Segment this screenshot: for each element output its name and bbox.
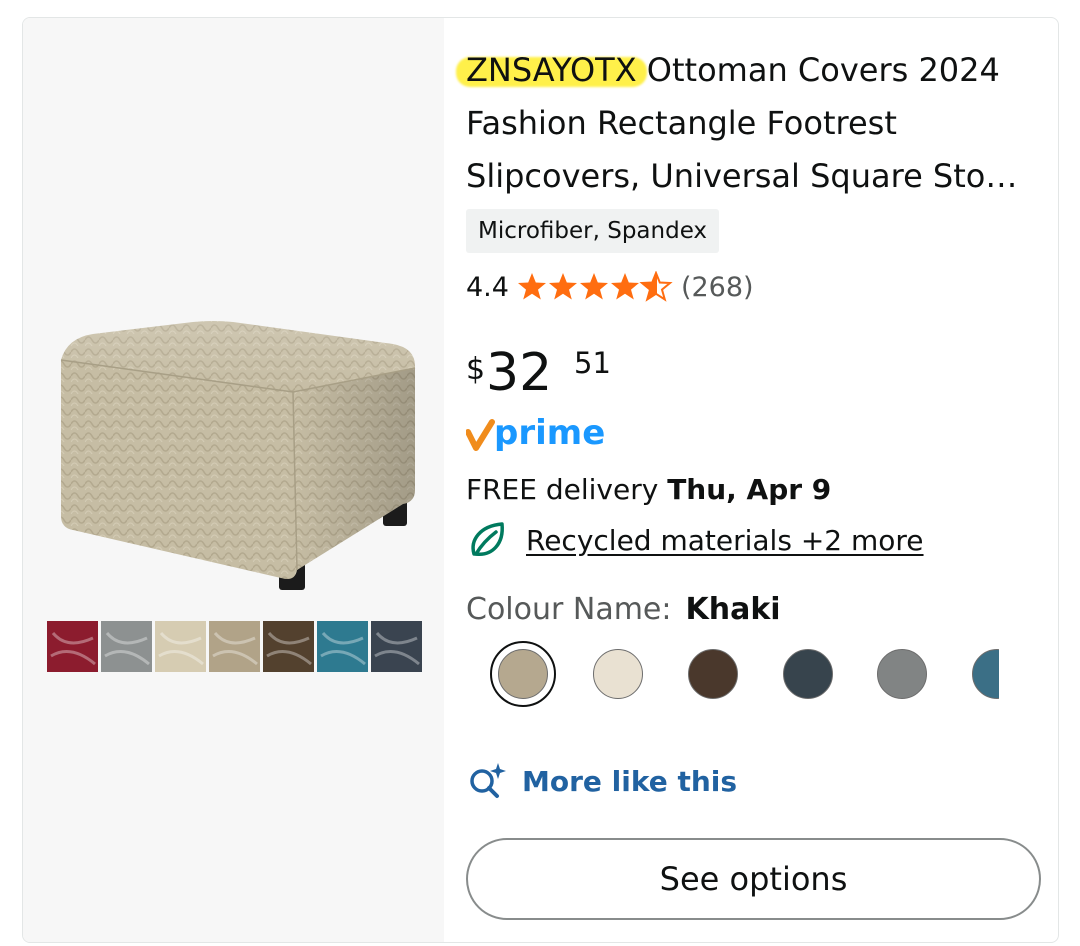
colour-swatch-cream[interactable] (593, 649, 643, 699)
colour-swatch-khaki[interactable] (490, 641, 556, 707)
star-rating[interactable] (517, 271, 673, 303)
colour-thumbnail (47, 621, 98, 672)
product-info: ZNSAYOTX Ottoman Covers 2024 Fashion Rec… (466, 18, 1046, 942)
price-symbol: $ (466, 352, 486, 387)
material-badge: Microfiber, Spandex (466, 209, 720, 253)
ottoman-front (61, 360, 297, 579)
product-image[interactable] (43, 298, 423, 678)
colour-swatch-brown[interactable] (688, 649, 738, 699)
search-sparkle-icon (470, 763, 506, 798)
colour-thumbnail (209, 621, 260, 672)
prime-check-icon (466, 419, 495, 451)
star-icon (548, 273, 577, 300)
product-image-panel[interactable] (23, 18, 444, 942)
delivery-date: Thu, Apr 9 (667, 473, 832, 506)
colour-thumbnail-strip (47, 621, 422, 672)
colour-swatch-row[interactable] (471, 629, 999, 729)
colour-value: Khaki (685, 592, 781, 627)
rating-row[interactable]: 4.4 (268) (466, 267, 754, 307)
more-like-this-label[interactable]: More like this (522, 765, 737, 798)
prime-badge: prime (466, 413, 605, 453)
leaf-icon (471, 522, 504, 556)
see-options-button[interactable]: See options (466, 838, 1041, 920)
colour-swatch-teal[interactable] (972, 649, 999, 699)
product-card[interactable]: ZNSAYOTX Ottoman Covers 2024 Fashion Rec… (22, 17, 1059, 943)
sustainability-link[interactable]: Recycled materials +2 more (526, 524, 924, 557)
half-star-icon (639, 271, 673, 302)
prime-label: prime (494, 413, 605, 453)
price-whole: 32 (486, 343, 553, 403)
star-icon (610, 273, 639, 300)
sustainability-row[interactable]: Recycled materials +2 more (466, 516, 924, 564)
delivery-prefix: FREE delivery (466, 473, 668, 506)
brand-name[interactable]: ZNSAYOTX (466, 51, 637, 89)
rating-value: 4.4 (466, 271, 509, 303)
rating-count[interactable]: (268) (681, 272, 754, 303)
price-fraction: 51 (574, 346, 611, 380)
colour-thumbnail (101, 621, 152, 672)
star-icon (579, 273, 608, 300)
delivery-info: FREE delivery Thu, Apr 9 (466, 470, 831, 510)
more-like-this-link[interactable]: More like this (466, 756, 737, 806)
colour-label: Colour Name: (466, 592, 672, 627)
colour-name-row: Colour Name: Khaki (466, 588, 781, 632)
colour-thumbnail (155, 621, 206, 672)
colour-swatch-grey[interactable] (877, 649, 927, 699)
colour-thumbnail (371, 621, 422, 672)
colour-swatch-dark-slate[interactable] (783, 649, 833, 699)
product-title[interactable]: ZNSAYOTX Ottoman Covers 2024 Fashion Rec… (466, 44, 1041, 203)
previous-item-text-fragment (170, 0, 670, 4)
colour-thumbnail (317, 621, 368, 672)
colour-thumbnail (263, 621, 314, 672)
star-icon (517, 273, 546, 300)
